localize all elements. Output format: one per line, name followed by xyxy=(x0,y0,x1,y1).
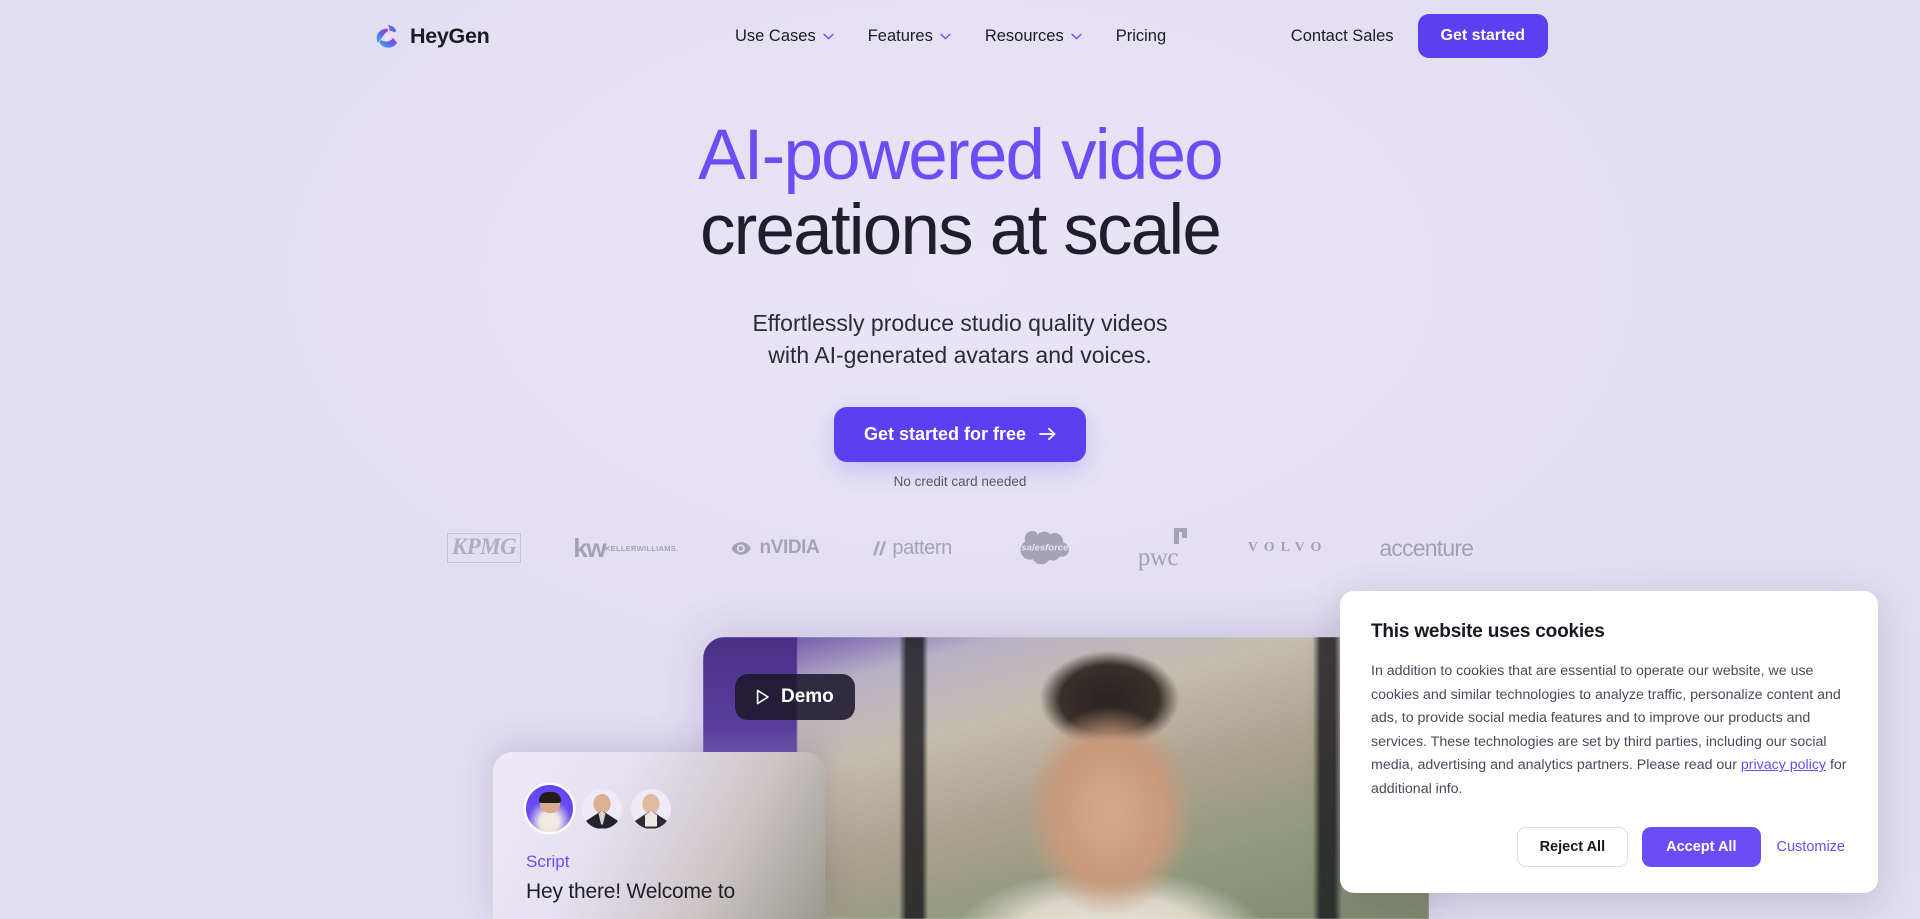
logo-keller-williams: kw KELLERWILLIAMS. xyxy=(573,525,678,571)
privacy-policy-link[interactable]: privacy policy xyxy=(1741,757,1826,773)
cookie-banner-title: This website uses cookies xyxy=(1371,621,1605,642)
nav-label-pricing: Pricing xyxy=(1115,26,1167,45)
reject-all-button[interactable]: Reject All xyxy=(1516,827,1629,868)
pattern-slashes-icon xyxy=(873,541,887,555)
logo-volvo-text: VOLVO xyxy=(1247,540,1328,555)
nav-item-pricing[interactable]: Pricing xyxy=(1116,27,1166,46)
nav-label-resources: Resources xyxy=(984,26,1064,45)
logo-kpmg: KPMG xyxy=(446,525,522,571)
hero-headline: AI-powered video creations at scale xyxy=(0,118,1920,269)
demo-play-badge[interactable]: Demo xyxy=(735,674,855,720)
brand-logo[interactable]: HeyGen xyxy=(374,23,490,50)
cta-note: No credit card needed xyxy=(893,473,1027,489)
logo-nvidia-text: nVIDIA xyxy=(759,537,820,558)
nvidia-eye-icon xyxy=(731,541,751,555)
get-started-button[interactable]: Get started xyxy=(1417,14,1548,58)
logo-kw-primary: kw xyxy=(573,533,606,563)
hero-section: AI-powered video creations at scale Effo… xyxy=(0,118,1920,489)
logo-salesforce-text: salesforce xyxy=(1021,542,1069,554)
top-navigation-bar: HeyGen Use Cases Features Resources Pric… xyxy=(0,0,1920,72)
logo-accenture-text: accenture xyxy=(1379,534,1474,561)
demo-badge-label: Demo xyxy=(781,686,834,707)
logo-volvo: VOLVO xyxy=(1248,525,1328,571)
script-text: Hey there! Welcome to xyxy=(526,880,735,903)
accept-all-button[interactable]: Accept All xyxy=(1642,827,1761,868)
avatar-group xyxy=(526,785,671,832)
nav-item-resources[interactable]: Resources xyxy=(985,27,1082,46)
script-label: Script xyxy=(526,852,570,871)
avatar[interactable] xyxy=(631,788,671,829)
nav-actions: Contact Sales Get started xyxy=(1291,14,1548,58)
logo-pwc-text: pwc xyxy=(1137,544,1179,571)
customer-logo-strip: KPMG kw KELLERWILLIAMS. nVIDIA pattern s… xyxy=(0,525,1920,571)
pwc-shape-icon xyxy=(1173,528,1187,544)
hero-cta-wrapper: Get started for free No credit card need… xyxy=(0,406,1920,489)
cookie-banner-actions: Reject All Accept All Customize xyxy=(1371,827,1848,868)
avatar[interactable] xyxy=(582,788,622,829)
hero-headline-accent: AI-powered video xyxy=(698,116,1224,195)
chevron-down-icon xyxy=(940,33,951,39)
hero-subtitle-line2: with AI-generated avatars and voices. xyxy=(768,342,1152,369)
avatar-body xyxy=(582,810,622,829)
logo-pattern-text: pattern xyxy=(892,536,952,559)
cookie-banner-body: In addition to cookies that are essentia… xyxy=(1371,660,1847,801)
brand-name: HeyGen xyxy=(410,23,490,48)
script-preview-card[interactable]: Script Hey there! Welcome to xyxy=(493,752,825,919)
logo-accenture: accenture xyxy=(1379,525,1474,571)
nav-label-use-cases: Use Cases xyxy=(735,26,816,45)
heygen-play-swirl-icon xyxy=(376,24,398,48)
cta-label: Get started for free xyxy=(863,423,1027,444)
hero-subtitle: Effortlessly produce studio quality vide… xyxy=(0,307,1920,372)
cookie-consent-banner: This website uses cookies In addition to… xyxy=(1340,591,1878,894)
arrow-right-icon xyxy=(1039,428,1056,441)
logo-nvidia: nVIDIA xyxy=(731,525,820,571)
logo-salesforce: salesforce xyxy=(1004,525,1086,571)
play-triangle-icon xyxy=(756,689,769,705)
avatar-body xyxy=(631,810,671,829)
avatar-head xyxy=(593,793,611,813)
avatar-head xyxy=(642,793,660,813)
nav-label-features: Features xyxy=(867,26,933,45)
nav-links: Use Cases Features Resources Pricing xyxy=(735,27,1166,46)
nav-item-use-cases[interactable]: Use Cases xyxy=(735,27,834,46)
logo-pwc: pwc xyxy=(1138,525,1196,571)
logo-pattern: pattern xyxy=(871,525,952,571)
logo-kw-secondary: KELLERWILLIAMS. xyxy=(604,544,679,554)
chevron-down-icon xyxy=(823,33,834,39)
hero-headline-plain: creations at scale xyxy=(699,191,1222,271)
get-started-for-free-button[interactable]: Get started for free xyxy=(833,406,1087,462)
avatar[interactable] xyxy=(526,785,573,832)
hero-subtitle-line1: Effortlessly produce studio quality vide… xyxy=(752,309,1168,336)
contact-sales-link[interactable]: Contact Sales xyxy=(1291,27,1394,46)
customize-cookies-button[interactable]: Customize xyxy=(1775,833,1848,861)
logo-kpmg-text: KPMG xyxy=(446,533,522,563)
nav-item-features[interactable]: Features xyxy=(868,27,951,46)
chevron-down-icon xyxy=(1071,33,1082,39)
